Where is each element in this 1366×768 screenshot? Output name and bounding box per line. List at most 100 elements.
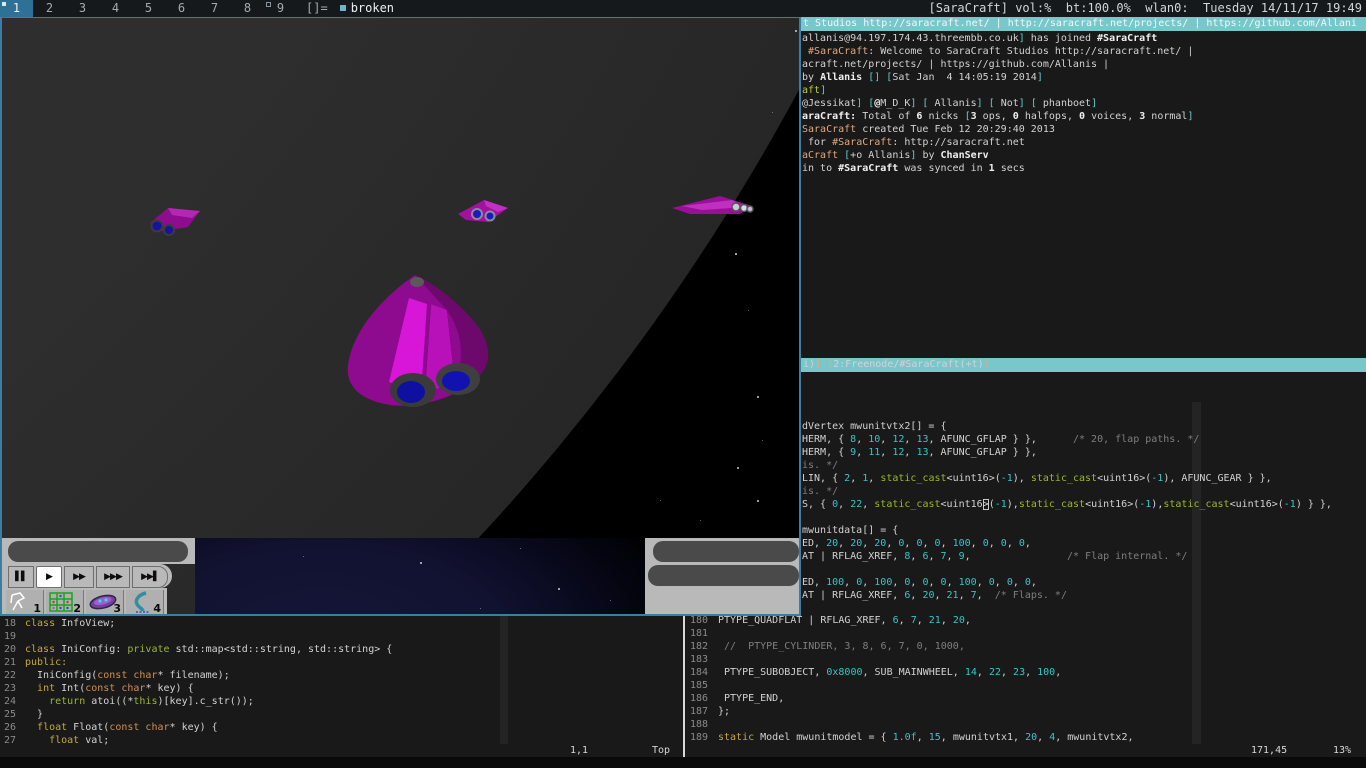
playback-controls: ▌▌ ▶ ▶▶ ▶▶▶ ▶▶▌: [8, 566, 168, 588]
tag-1[interactable]: 1: [0, 0, 33, 17]
faster-forward-button[interactable]: ▶▶▶: [96, 566, 130, 588]
vim-vertical-split: [683, 616, 685, 757]
viewer-3d-scene[interactable]: ▌▌ ▶ ▶▶ ▶▶▶ ▶▶▌ 1: [2, 18, 799, 614]
vim-left-window[interactable]: 18class InfoView;1920class IniConfig: pr…: [0, 616, 683, 768]
code-line: 189static Model mwunitmodel = { 1.0f, 15…: [690, 731, 1134, 744]
line-number: 25: [3, 708, 16, 721]
tool-number: 4: [153, 603, 161, 614]
floating-indicator-icon: [340, 5, 346, 11]
irc-line: SaraCraft created Tue Feb 12 20:29:40 20…: [802, 123, 1366, 136]
tag-6[interactable]: 6: [165, 0, 198, 17]
pause-button[interactable]: ▌▌: [8, 566, 34, 588]
code-line: 183: [690, 653, 1134, 666]
line-number: 189: [690, 731, 710, 744]
irc-line: #SaraCraft: Welcome to SaraCraft Studios…: [802, 45, 1366, 58]
path-tool-button[interactable]: 4: [126, 590, 164, 614]
vim-left-cursor-pos: 1,1: [570, 744, 588, 757]
code-line: ED, 100, 0, 100, 0, 0, 0, 100, 0, 0, 0,: [802, 576, 1332, 589]
tool-number: 1: [33, 603, 41, 614]
star: [558, 588, 560, 590]
star: [610, 600, 611, 601]
vim-right-cursor-pos: 171,45: [1251, 744, 1287, 757]
code-line: AT | RFLAG_XREF, 8, 6, 7, 9, /* Flap int…: [802, 550, 1332, 563]
terminal-bottom-gap: [0, 757, 1366, 768]
hud-right-pill-bottom: [648, 565, 799, 586]
vim-left-code: 18class InfoView;1920class IniConfig: pr…: [3, 617, 392, 747]
code-line: 20class IniConfig: private std::map<std:…: [3, 643, 392, 656]
line-number: 26: [3, 721, 16, 734]
fast-forward-button[interactable]: ▶▶: [64, 566, 94, 588]
hud-scene-cutout: [195, 538, 645, 614]
code-line: is. */: [802, 485, 1332, 498]
code-line: 21public:: [3, 656, 392, 669]
irc-window: t Studios http://saracraft.net/ | http:/…: [801, 17, 1366, 402]
irc-line: acraft.net/projects/ | https://github.co…: [802, 58, 1366, 71]
code-line: 187};: [690, 705, 1134, 718]
code-line: [802, 511, 1332, 524]
vim-left-colorcolumn: [500, 616, 508, 744]
tag-5[interactable]: 5: [132, 0, 165, 17]
system-status-text: [SaraCraft] vol:% bt:100.0% wlan0: Tuesd…: [929, 0, 1366, 17]
line-number: 182: [690, 640, 710, 653]
code-line: 24 return atoi((*this)[key].c_str());: [3, 695, 392, 708]
irc-line: aCraft [+o Allanis] by ChanServ: [802, 149, 1366, 162]
vim-right-scroll-pct: 13%: [1333, 744, 1351, 757]
line-number: 19: [3, 630, 16, 643]
code-line: HERM, { 8, 10, 12, 13, AFUNC_GFLAP } }, …: [802, 433, 1332, 446]
code-line: [802, 563, 1332, 576]
tag-3[interactable]: 3: [66, 0, 99, 17]
code-line: S, { 0, 22, static_cast<uint16>(-1),stat…: [802, 498, 1332, 511]
irc-statusbar-text: i)] [2:Freenode/#SaraCraft(+t)]: [803, 358, 1366, 371]
spaceships-graphic: [2, 18, 799, 614]
vim-right-upper-code: dVertex mwunitvtx2[] = {HERM, { 8, 10, 1…: [802, 420, 1332, 602]
tag-7[interactable]: 7: [198, 0, 231, 17]
code-line: 186 PTYPE_END,: [690, 692, 1134, 705]
code-line: 181: [690, 627, 1134, 640]
layout-indicator[interactable]: []=: [297, 0, 337, 17]
star: [420, 562, 422, 564]
line-number: 18: [3, 617, 16, 630]
grid-tool-button[interactable]: 2: [46, 590, 84, 614]
irc-line: allanis@94.197.174.43.threembb.co.uk] ha…: [802, 32, 1366, 45]
focused-window-title: broken: [337, 0, 394, 17]
code-line: 22 IniConfig(const char* filename);: [3, 669, 392, 682]
irc-line: for #SaraCraft: http://saracraft.net: [802, 136, 1366, 149]
tag-4[interactable]: 4: [99, 0, 132, 17]
code-line: 23 int Int(const char* key) {: [3, 682, 392, 695]
irc-line: by Allanis [] [Sat Jan 4 14:05:19 2014]: [802, 71, 1366, 84]
tag-8[interactable]: 8: [231, 0, 264, 17]
code-line: ED, 20, 20, 20, 0, 0, 0, 100, 0, 0, 0,: [802, 537, 1332, 550]
line-number: 23: [3, 682, 16, 695]
tag-2[interactable]: 2: [33, 0, 66, 17]
code-line: 18class InfoView;: [3, 617, 392, 630]
line-number: 183: [690, 653, 710, 666]
irc-statusbar: i)] [2:Freenode/#SaraCraft(+t)]: [801, 358, 1366, 372]
vim-left-statusline: "l3d.h" 103L, 3295C 1,1 Top: [2, 744, 681, 757]
play-icon: ▶: [46, 572, 52, 582]
tag-9[interactable]: 9: [264, 0, 297, 17]
code-line: is. */: [802, 459, 1332, 472]
ship-view-button[interactable]: 3: [86, 590, 124, 614]
code-line: 19: [3, 630, 392, 643]
code-line: 182 // PTYPE_CYLINDER, 3, 8, 6, 7, 0, 10…: [690, 640, 1134, 653]
line-number: 185: [690, 679, 710, 692]
fastest-forward-icon: ▶▶▌: [141, 572, 159, 582]
play-button[interactable]: ▶: [36, 566, 62, 588]
line-number: 181: [690, 627, 710, 640]
irc-line: araCraft: Total of 6 nicks [3 ops, 0 hal…: [802, 110, 1366, 123]
vim-right-lower-code: 180PTYPE_QUADFLAT | RFLAG_XREF, 6, 7, 21…: [690, 614, 1134, 744]
code-line: AT | RFLAG_XREF, 6, 20, 21, 7, /* Flaps.…: [802, 589, 1332, 602]
star: [303, 556, 304, 557]
code-line: 25 }: [3, 708, 392, 721]
line-number: 184: [690, 666, 710, 679]
code-line: LIN, { 2, 1, static_cast<uint16>(-1), st…: [802, 472, 1332, 485]
window-title-text: broken: [351, 1, 394, 15]
line-number: 24: [3, 695, 16, 708]
fastest-forward-button[interactable]: ▶▶▌: [132, 566, 168, 588]
grid-icon: [48, 591, 74, 613]
hollow-tag-indicator-icon: [266, 2, 271, 7]
faster-forward-icon: ▶▶▶: [104, 572, 122, 582]
wireframe-tool-button[interactable]: 1: [6, 590, 44, 614]
hud-right-pill-top: [653, 541, 799, 562]
status-bar: 123456789 []= broken [SaraCraft] vol:% b…: [0, 0, 1366, 17]
